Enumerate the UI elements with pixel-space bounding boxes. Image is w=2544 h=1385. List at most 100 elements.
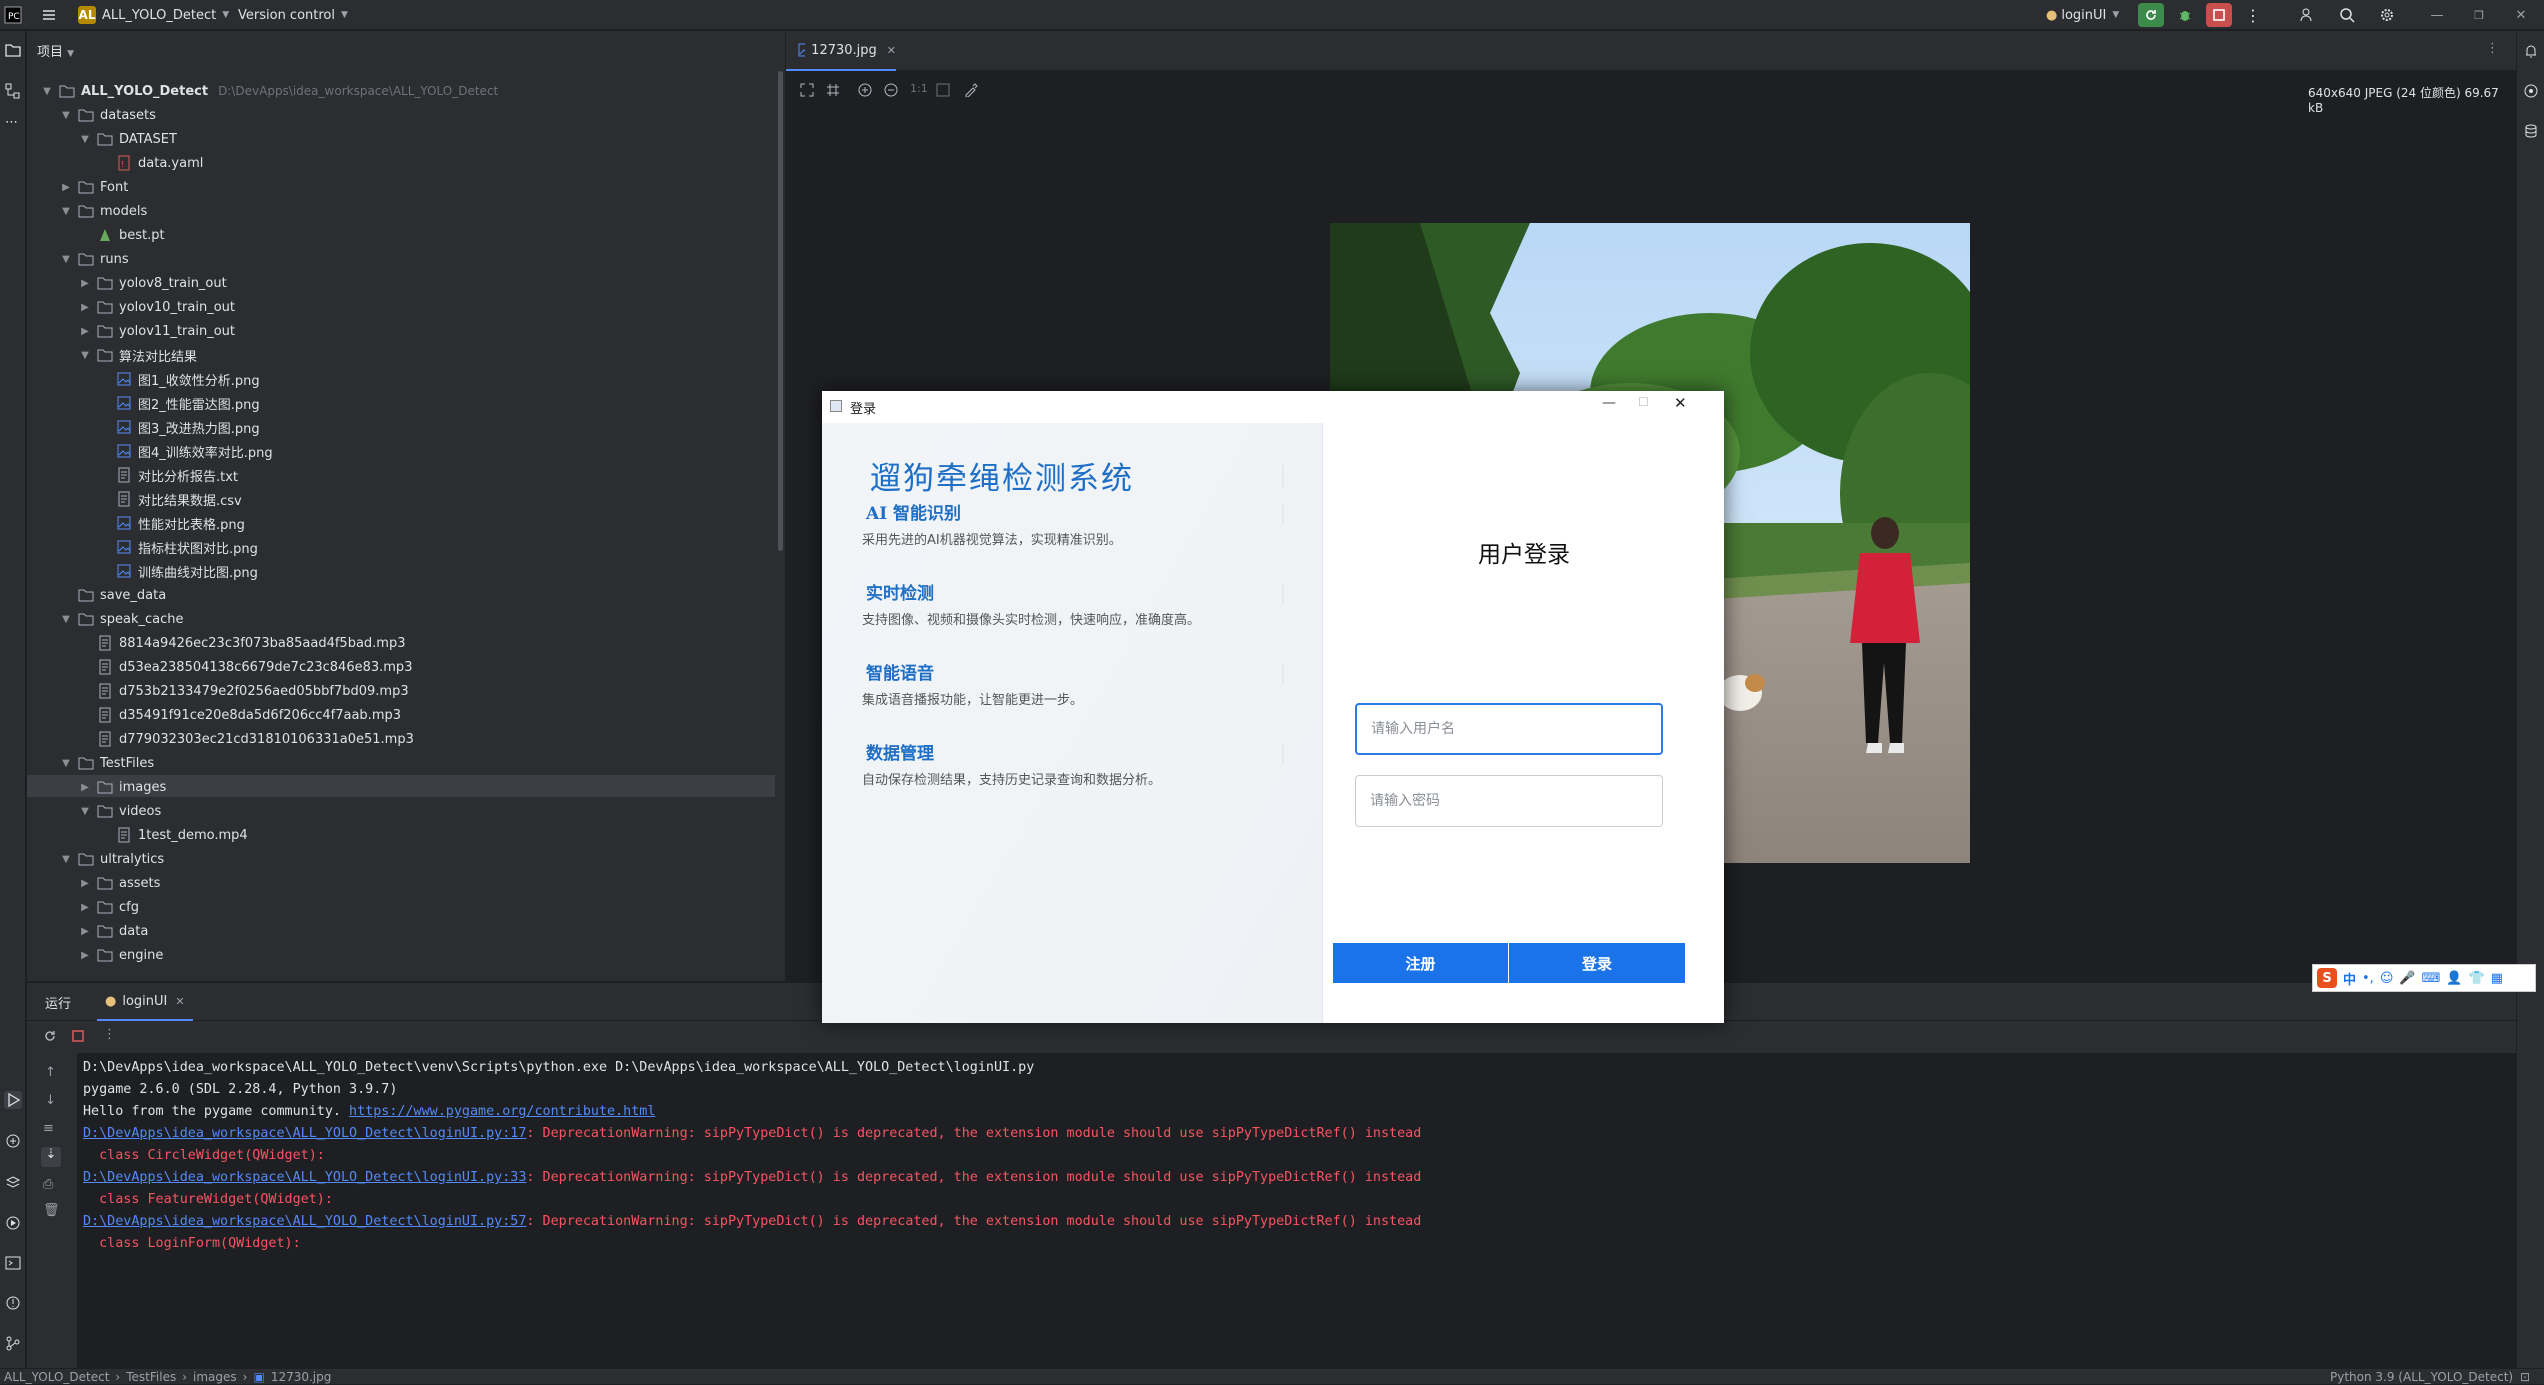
rerun-icon[interactable] [43,1029,57,1043]
tree-folder[interactable]: ▶ data [79,919,148,943]
tree-folder[interactable]: ▼ 算法对比结果 [79,343,197,367]
chevron-down-icon[interactable]: ▼ [60,854,72,865]
settings-gear-icon[interactable] [2374,3,2400,27]
project-folder-icon[interactable] [5,43,21,57]
project-switcher[interactable]: AL ALL_YOLO_Detect ▼ [78,0,229,30]
scroll-down-icon[interactable]: ↓ [45,1093,56,1108]
zoom-out-icon[interactable] [884,83,898,97]
breadcrumb-item[interactable]: images [193,1370,237,1384]
stop-button[interactable] [2206,3,2232,27]
tree-folder[interactable]: ▶ yolov11_train_out [79,319,235,343]
actual-size-button[interactable]: 1:1 [910,82,928,95]
interpreter-status[interactable]: Python 3.9 (ALL_YOLO_Detect) [2330,1369,2513,1385]
chevron-down-icon[interactable]: ▼ [79,134,91,145]
user-icon[interactable]: 👤 [2446,971,2462,986]
tree-file[interactable]: 对比结果数据.csv [98,487,242,511]
console-output[interactable]: D:\DevApps\idea_workspace\ALL_YOLO_Detec… [77,1053,2516,1368]
breadcrumb-item[interactable]: 12730.jpg [271,1370,332,1384]
register-button[interactable]: 注册 [1333,943,1508,983]
tree-folder[interactable]: ▼ datasets [60,103,156,127]
print-icon[interactable]: ⎙ [43,1177,53,1192]
soft-wrap-icon[interactable]: ≡ [43,1121,54,1136]
close-button[interactable]: ✕ [1674,394,1687,412]
chevron-right-icon[interactable]: ▶ [79,950,91,961]
console-link[interactable]: https://www.pygame.org/contribute.html [349,1104,655,1119]
notifications-icon[interactable] [2523,43,2539,59]
login-button[interactable]: 登录 [1509,943,1685,983]
sogou-logo-icon[interactable]: S [2317,968,2337,988]
chevron-down-icon[interactable]: ▼ [79,350,91,361]
debug-button[interactable] [2172,3,2198,27]
microphone-icon[interactable]: 🎤 [2399,971,2415,986]
toolbox-icon[interactable]: ▦ [2491,971,2503,986]
chevron-right-icon[interactable]: ▶ [79,926,91,937]
tree-folder[interactable]: ▼ speak_cache [60,607,183,631]
chevron-right-icon[interactable]: ▶ [79,902,91,913]
chevron-right-icon[interactable]: ▶ [79,302,91,313]
console-file-link[interactable]: D:\DevApps\idea_workspace\ALL_YOLO_Detec… [83,1170,526,1185]
zoom-in-icon[interactable] [858,83,872,97]
search-icon[interactable] [2334,3,2360,27]
tree-file[interactable]: 训练曲线对比图.png [98,559,258,583]
database-icon[interactable] [2523,123,2539,139]
services-icon[interactable] [5,1215,21,1231]
skin-icon[interactable]: 👕 [2469,971,2485,986]
tree-folder[interactable]: ▶ yolov10_train_out [79,295,235,319]
tree-file[interactable]: 指标柱状图对比.png [98,535,258,559]
tree-folder[interactable]: ▶ assets [79,871,160,895]
close-window-button[interactable]: ✕ [2508,3,2534,27]
close-tab-icon[interactable]: ✕ [887,44,896,57]
punctuation-icon[interactable]: •, [2362,971,2374,986]
tree-file[interactable]: 性能对比表格.png [98,511,245,535]
color-picker-icon[interactable] [964,83,978,97]
run-config-selector[interactable]: ● loginUI ▼ [2046,0,2119,30]
username-input[interactable] [1355,703,1663,755]
tree-folder[interactable]: save_data [60,583,166,607]
chevron-right-icon[interactable]: ▶ [79,878,91,889]
tree-file[interactable]: 对比分析报告.txt [98,463,238,487]
chevron-down-icon[interactable]: ▼ [60,254,72,265]
maximize-button[interactable]: ☐ [1638,395,1649,409]
tree-file[interactable]: d779032303ec21cd31810106331a0e51.mp3 [79,727,414,751]
terminal-icon[interactable] [5,1255,21,1271]
problems-icon[interactable] [5,1295,21,1311]
python-packages-icon[interactable] [5,1133,21,1149]
run-tool-icon[interactable] [4,1091,22,1109]
stop-icon[interactable] [71,1029,85,1043]
scroll-to-end-icon[interactable]: ⇣ [41,1147,61,1167]
tree-file[interactable]: 图2_性能雷达图.png [98,391,260,415]
tree-folder[interactable]: ▶ yolov8_train_out [79,271,227,295]
tree-folder[interactable]: ▼ runs [60,247,128,271]
tree-file[interactable]: best.pt [79,223,165,247]
ai-assistant-icon[interactable] [2523,83,2539,99]
run-tab[interactable]: ● loginUI ✕ [97,983,193,1021]
tree-file[interactable]: 1test_demo.mp4 [98,823,248,847]
close-tab-icon[interactable]: ✕ [175,995,184,1008]
layers-icon[interactable] [5,1175,21,1191]
tree-folder[interactable]: ▼ DATASET [79,127,177,151]
more-tools-icon[interactable]: ⋯ [5,115,18,130]
tree-folder[interactable]: ▶ images [79,775,166,799]
minimize-button[interactable]: — [1602,395,1616,411]
chevron-down-icon[interactable]: ▼ [60,206,72,217]
more-options-icon[interactable]: ⋮ [103,1027,116,1042]
chevron-down-icon[interactable]: ▼ [60,110,72,121]
tree-root[interactable]: ▼ ALL_YOLO_Detect D:\DevApps\idea_worksp… [41,79,498,103]
console-file-link[interactable]: D:\DevApps\idea_workspace\ALL_YOLO_Detec… [83,1214,526,1229]
breadcrumb-item[interactable]: TestFiles [126,1370,176,1384]
tab-options-icon[interactable]: ⋮ [2486,41,2499,56]
tree-folder[interactable]: ▶ Font [60,175,128,199]
chevron-right-icon[interactable]: ▶ [60,182,72,193]
lock-icon[interactable]: ⊡ [2520,1369,2530,1385]
tree-file[interactable]: d753b2133479e2f0256aed05bbf7bd09.mp3 [79,679,409,703]
tree-file[interactable]: 图4_训练效率对比.png [98,439,273,463]
tree-folder[interactable]: ▼ ultralytics [60,847,164,871]
chevron-right-icon[interactable]: ▶ [79,326,91,337]
add-user-icon[interactable] [2294,3,2320,27]
console-file-link[interactable]: D:\DevApps\idea_workspace\ALL_YOLO_Detec… [83,1126,526,1141]
tree-file[interactable]: d35491f91ce20e8da5d6f206cc4f7aab.mp3 [79,703,401,727]
tree-file[interactable]: d53ea238504138c6679de7c23c846e83.mp3 [79,655,412,679]
more-actions-icon[interactable]: ⋮ [2240,3,2266,27]
tree-folder[interactable]: ▶ cfg [79,895,139,919]
password-input[interactable] [1355,775,1663,827]
